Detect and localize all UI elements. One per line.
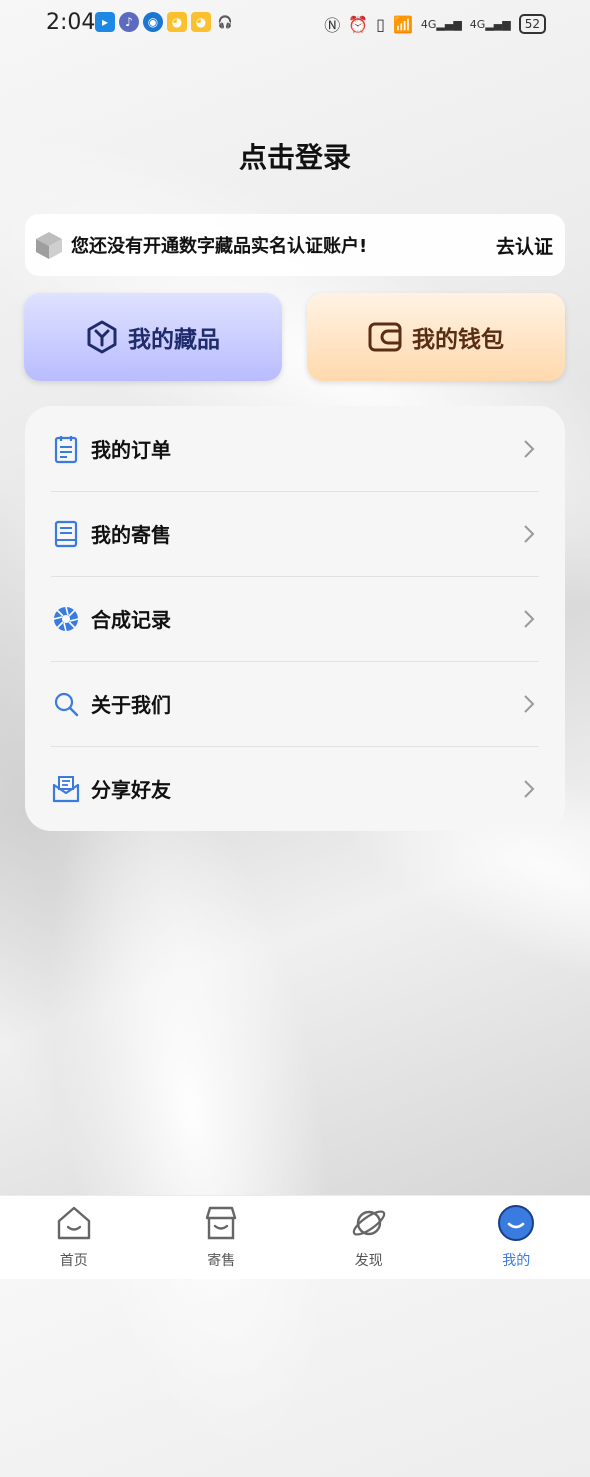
chevron-right-icon [519, 524, 539, 544]
planet-icon [350, 1204, 388, 1242]
chevron-right-icon [519, 439, 539, 459]
collection-icon [86, 320, 118, 354]
chevron-right-icon [519, 694, 539, 714]
menu-item-label: 我的订单 [91, 434, 519, 463]
bulb-notification-icon: ◉ [143, 12, 163, 32]
tab-home[interactable]: 首页 [0, 1196, 148, 1279]
nfc-icon: Ⓝ [324, 12, 340, 36]
network-type-label: 4G [421, 18, 437, 31]
verify-link[interactable]: 去认证 [496, 232, 553, 259]
profile-menu: 我的订单 我的寄售 合成记录 [25, 406, 565, 831]
tab-label: 发现 [355, 1250, 383, 1270]
store-icon [202, 1204, 240, 1242]
notice-text: 您还没有开通数字藏品实名认证账户! [71, 232, 496, 258]
battery-icon: 52 [519, 14, 546, 34]
tab-discover[interactable]: 发现 [295, 1196, 443, 1279]
signal-icon: 4G▂▄▆ [421, 18, 462, 31]
tab-profile[interactable]: 我的 [443, 1196, 590, 1279]
menu-item-label: 合成记录 [91, 604, 519, 633]
wallet-icon [368, 322, 402, 352]
alarm-icon: ⏰ [348, 15, 368, 34]
app-notification-icon: ▸ [95, 12, 115, 32]
my-collection-button[interactable]: 我的藏品 [24, 293, 282, 381]
status-bar: 2:04 ▸ ♪ ◉ ◕ ◕ 🎧 Ⓝ ⏰ ▯ 📶 4G▂▄▆ 4G▂▄▆ 52 [0, 0, 590, 46]
menu-item-about-us[interactable]: 关于我们 [51, 661, 539, 747]
status-icons: Ⓝ ⏰ ▯ 📶 4G▂▄▆ 4G▂▄▆ 52 [324, 12, 546, 36]
menu-item-label: 分享好友 [91, 774, 519, 803]
menu-item-share-friends[interactable]: 分享好友 [51, 746, 539, 831]
search-icon [51, 689, 81, 719]
headphones-icon: 🎧 [215, 12, 235, 32]
menu-item-consignment[interactable]: 我的寄售 [51, 491, 539, 577]
my-wallet-button[interactable]: 我的钱包 [307, 293, 565, 381]
menu-item-orders[interactable]: 我的订单 [51, 406, 539, 492]
login-button[interactable]: 点击登录 [0, 136, 590, 176]
profile-icon [497, 1204, 535, 1242]
menu-item-synthesis[interactable]: 合成记录 [51, 576, 539, 662]
status-time: 2:04 [46, 10, 95, 35]
notification-icons: ▸ ♪ ◉ ◕ ◕ 🎧 [95, 12, 235, 32]
verification-notice: 您还没有开通数字藏品实名认证账户! 去认证 [25, 214, 565, 276]
home-icon [55, 1204, 93, 1242]
menu-item-label: 关于我们 [91, 689, 519, 718]
weibo-notification-icon: ◕ [191, 12, 211, 32]
weibo-notification-icon: ◕ [167, 12, 187, 32]
wifi-icon: 📶 [393, 15, 413, 34]
menu-item-label: 我的寄售 [91, 519, 519, 548]
my-wallet-label: 我的钱包 [412, 320, 504, 354]
signal-icon: 4G▂▄▆ [470, 18, 511, 31]
my-collection-label: 我的藏品 [128, 320, 220, 354]
consign-icon [51, 519, 81, 549]
network-type-label: 4G [470, 18, 486, 31]
background-swoosh [1, 743, 379, 1477]
music-notification-icon: ♪ [119, 12, 139, 32]
vibrate-icon: ▯ [376, 15, 385, 34]
share-icon [51, 774, 81, 804]
chevron-right-icon [519, 609, 539, 629]
tab-consignment[interactable]: 寄售 [148, 1196, 296, 1279]
synthesis-icon [51, 604, 81, 634]
bottom-tab-bar: 首页 寄售 发现 我的 [0, 1195, 590, 1279]
chevron-right-icon [519, 779, 539, 799]
tab-label: 首页 [60, 1250, 88, 1270]
tab-label: 我的 [502, 1250, 530, 1270]
cube-icon [33, 229, 65, 261]
order-icon [51, 434, 81, 464]
tab-label: 寄售 [207, 1250, 235, 1270]
